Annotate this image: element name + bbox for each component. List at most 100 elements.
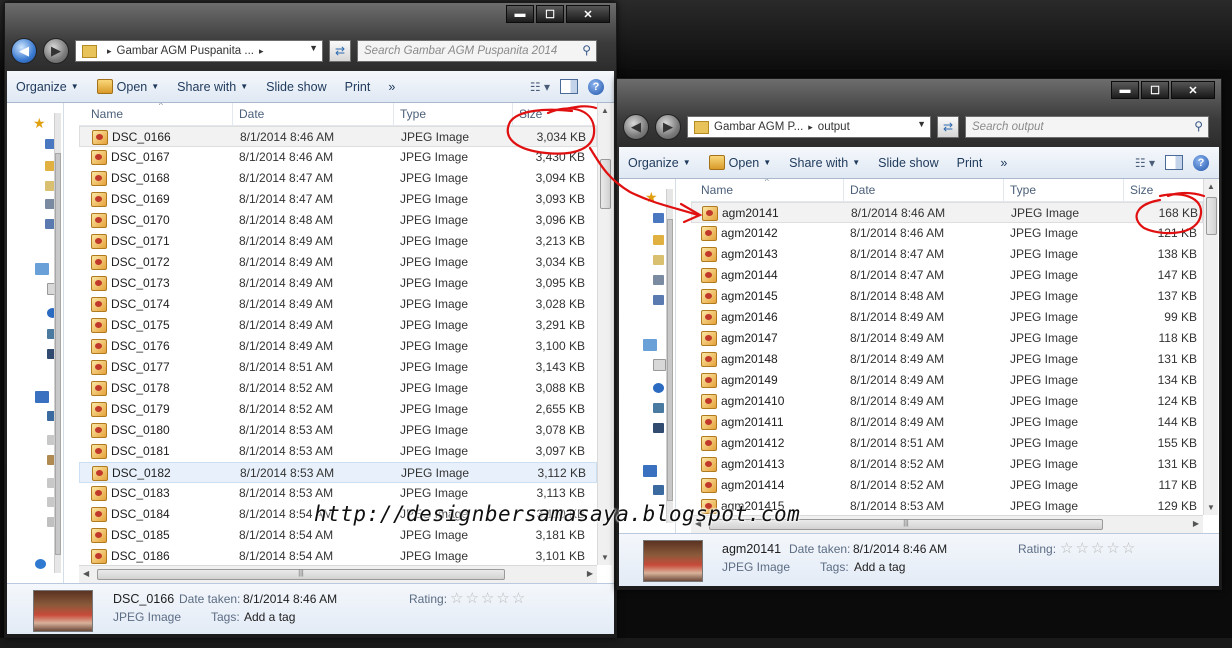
libraries-icon[interactable] bbox=[35, 263, 49, 275]
search-icon[interactable]: ⚲ bbox=[582, 43, 591, 57]
pictures-icon[interactable] bbox=[653, 403, 664, 413]
table-row[interactable]: DSC_0177 8/1/2014 8:51 AM JPEG Image 3,143 … bbox=[79, 357, 597, 378]
close-button[interactable]: ✕ bbox=[1171, 81, 1215, 99]
table-row[interactable]: DSC_0170 8/1/2014 8:48 AM JPEG Image 3,096 … bbox=[79, 210, 597, 231]
file-name[interactable]: DSC_0166 bbox=[112, 130, 171, 144]
slide-show-button[interactable]: Slide show bbox=[869, 156, 947, 170]
search-input[interactable]: Search output ⚲ bbox=[965, 116, 1209, 138]
date-taken-value[interactable]: 8/1/2014 8:46 AM bbox=[853, 542, 947, 556]
scroll-left-icon[interactable]: ◀ bbox=[83, 569, 89, 578]
help-icon[interactable]: ? bbox=[1193, 154, 1209, 171]
breadcrumb-parent[interactable]: Gambar AGM P... bbox=[714, 121, 803, 133]
table-row[interactable]: DSC_0175 8/1/2014 8:49 AM JPEG Image 3,291 … bbox=[79, 315, 597, 336]
table-row[interactable]: agm201413 8/1/2014 8:52 AM JPEG Image 131 K… bbox=[691, 454, 1203, 475]
scroll-down-icon[interactable]: ▼ bbox=[601, 553, 609, 562]
help-icon[interactable]: ? bbox=[588, 78, 604, 95]
scroll-down-icon[interactable]: ▼ bbox=[1207, 503, 1215, 512]
file-name[interactable]: DSC_0183 bbox=[111, 486, 170, 500]
favorites-star-icon[interactable]: ★ bbox=[645, 189, 658, 206]
file-name[interactable]: DSC_0186 bbox=[111, 549, 170, 563]
preview-pane-icon[interactable] bbox=[560, 79, 578, 94]
table-row[interactable]: agm20148 8/1/2014 8:49 AM JPEG Image 131 KB bbox=[691, 349, 1203, 370]
search-input[interactable]: Search Gambar AGM Puspanita 2014 ⚲ bbox=[357, 40, 597, 62]
file-name[interactable]: DSC_0172 bbox=[111, 255, 170, 269]
minimize-button[interactable]: ▬ bbox=[506, 5, 534, 23]
breadcrumb-folder[interactable]: Gambar AGM Puspanita ... bbox=[117, 45, 254, 57]
file-name[interactable]: DSC_0176 bbox=[111, 339, 170, 353]
tags-value[interactable]: Add a tag bbox=[244, 610, 295, 624]
scroll-thumb[interactable]: ||| bbox=[97, 569, 505, 580]
address-bar[interactable]: Gambar AGM P... ▸ output ▼ bbox=[687, 116, 931, 138]
table-row[interactable]: DSC_0179 8/1/2014 8:52 AM JPEG Image 2,655 … bbox=[79, 399, 597, 420]
file-name[interactable]: agm20148 bbox=[721, 352, 778, 366]
date-taken-value[interactable]: 8/1/2014 8:46 AM bbox=[243, 592, 337, 606]
refresh-button[interactable]: ⇄ bbox=[329, 40, 351, 62]
table-row[interactable]: DSC_0185 8/1/2014 8:54 AM JPEG Image 3,181 … bbox=[79, 525, 597, 546]
table-row[interactable]: DSC_0186 8/1/2014 8:54 AM JPEG Image 3,101 … bbox=[79, 546, 597, 565]
scroll-right-icon[interactable]: ▶ bbox=[587, 569, 593, 578]
more-commands-button[interactable]: » bbox=[379, 80, 404, 94]
column-size[interactable]: Size bbox=[1130, 183, 1153, 197]
file-name[interactable]: DSC_0170 bbox=[111, 213, 170, 227]
chevron-down-icon[interactable]: ▼ bbox=[309, 43, 318, 53]
scroll-right-icon[interactable]: ▶ bbox=[1193, 519, 1199, 528]
table-row[interactable]: DSC_0168 8/1/2014 8:47 AM JPEG Image 3,094 … bbox=[79, 168, 597, 189]
table-row[interactable]: agm20141 8/1/2014 8:46 AM JPEG Image 168 KB bbox=[691, 202, 1203, 223]
file-name[interactable]: agm20144 bbox=[721, 268, 778, 282]
table-row[interactable]: DSC_0172 8/1/2014 8:49 AM JPEG Image 3,034 … bbox=[79, 252, 597, 273]
recent-places-icon[interactable] bbox=[653, 255, 664, 265]
rating-stars[interactable]: ☆☆☆☆☆ bbox=[1060, 539, 1137, 557]
scroll-up-icon[interactable]: ▲ bbox=[1207, 182, 1215, 191]
favorites-star-icon[interactable]: ★ bbox=[33, 115, 46, 132]
file-name[interactable]: agm20146 bbox=[721, 310, 778, 324]
back-button[interactable]: ◀ bbox=[623, 114, 649, 140]
dropbox-icon[interactable] bbox=[653, 295, 664, 305]
breadcrumb-arrow-icon[interactable]: ▸ bbox=[808, 122, 813, 133]
column-type[interactable]: Type bbox=[400, 107, 426, 121]
table-row[interactable]: agm20142 8/1/2014 8:46 AM JPEG Image 121 KB bbox=[691, 223, 1203, 244]
desktop-icon[interactable] bbox=[653, 213, 664, 223]
table-row[interactable]: DSC_0178 8/1/2014 8:52 AM JPEG Image 3,088 … bbox=[79, 378, 597, 399]
scroll-up-icon[interactable]: ▲ bbox=[601, 106, 609, 115]
file-name[interactable]: agm201412 bbox=[721, 436, 784, 450]
horizontal-scrollbar[interactable]: ◀ ||| ▶ bbox=[79, 565, 597, 583]
table-row[interactable]: agm201411 8/1/2014 8:49 AM JPEG Image 144 K… bbox=[691, 412, 1203, 433]
preview-pane-icon[interactable] bbox=[1165, 155, 1183, 170]
table-row[interactable]: DSC_0176 8/1/2014 8:49 AM JPEG Image 3,100 … bbox=[79, 336, 597, 357]
refresh-button[interactable]: ⇄ bbox=[937, 116, 959, 138]
table-row[interactable]: agm20144 8/1/2014 8:47 AM JPEG Image 147 KB bbox=[691, 265, 1203, 286]
file-name[interactable]: agm20147 bbox=[721, 331, 778, 345]
table-row[interactable]: agm201412 8/1/2014 8:51 AM JPEG Image 155 K… bbox=[691, 433, 1203, 454]
views-icon[interactable]: ☷ ▾ bbox=[1135, 156, 1155, 170]
search-icon[interactable]: ⚲ bbox=[1194, 119, 1203, 133]
minimize-button[interactable]: ▬ bbox=[1111, 81, 1139, 99]
file-name[interactable]: DSC_0171 bbox=[111, 234, 170, 248]
table-row[interactable]: DSC_0173 8/1/2014 8:49 AM JPEG Image 3,095 … bbox=[79, 273, 597, 294]
table-row[interactable]: agm20149 8/1/2014 8:49 AM JPEG Image 134 KB bbox=[691, 370, 1203, 391]
rating-stars[interactable]: ☆☆☆☆☆ bbox=[450, 589, 527, 607]
vertical-scrollbar[interactable]: ▲ ▼ bbox=[597, 103, 612, 565]
file-name[interactable]: agm201411 bbox=[721, 415, 784, 429]
network-icon[interactable] bbox=[653, 275, 664, 285]
table-row[interactable]: agm20147 8/1/2014 8:49 AM JPEG Image 118 KB bbox=[691, 328, 1203, 349]
file-name[interactable]: agm20142 bbox=[721, 226, 778, 240]
breadcrumb-arrow-icon[interactable]: ▸ bbox=[259, 46, 264, 57]
table-row[interactable]: agm20145 8/1/2014 8:48 AM JPEG Image 137 KB bbox=[691, 286, 1203, 307]
column-size[interactable]: Size bbox=[519, 107, 542, 121]
videos-icon[interactable] bbox=[653, 423, 664, 433]
back-button[interactable]: ◀ bbox=[11, 38, 37, 64]
table-row[interactable]: agm201414 8/1/2014 8:52 AM JPEG Image 117 K… bbox=[691, 475, 1203, 496]
computer-icon[interactable] bbox=[643, 465, 657, 477]
table-row[interactable]: agm20143 8/1/2014 8:47 AM JPEG Image 138 KB bbox=[691, 244, 1203, 265]
share-with-button[interactable]: Share with ▼ bbox=[168, 80, 257, 94]
file-name[interactable]: DSC_0173 bbox=[111, 276, 170, 290]
table-row[interactable]: DSC_0183 8/1/2014 8:53 AM JPEG Image 3,113 … bbox=[79, 483, 597, 504]
file-name[interactable]: DSC_0182 bbox=[112, 466, 171, 480]
network-globe-icon[interactable] bbox=[35, 559, 46, 569]
file-name[interactable]: agm201413 bbox=[721, 457, 784, 471]
table-row[interactable]: DSC_0174 8/1/2014 8:49 AM JPEG Image 3,028 … bbox=[79, 294, 597, 315]
documents-icon[interactable] bbox=[653, 359, 666, 371]
file-name[interactable]: agm201410 bbox=[721, 394, 784, 408]
table-row[interactable]: agm201410 8/1/2014 8:49 AM JPEG Image 124 K… bbox=[691, 391, 1203, 412]
slide-show-button[interactable]: Slide show bbox=[257, 80, 335, 94]
